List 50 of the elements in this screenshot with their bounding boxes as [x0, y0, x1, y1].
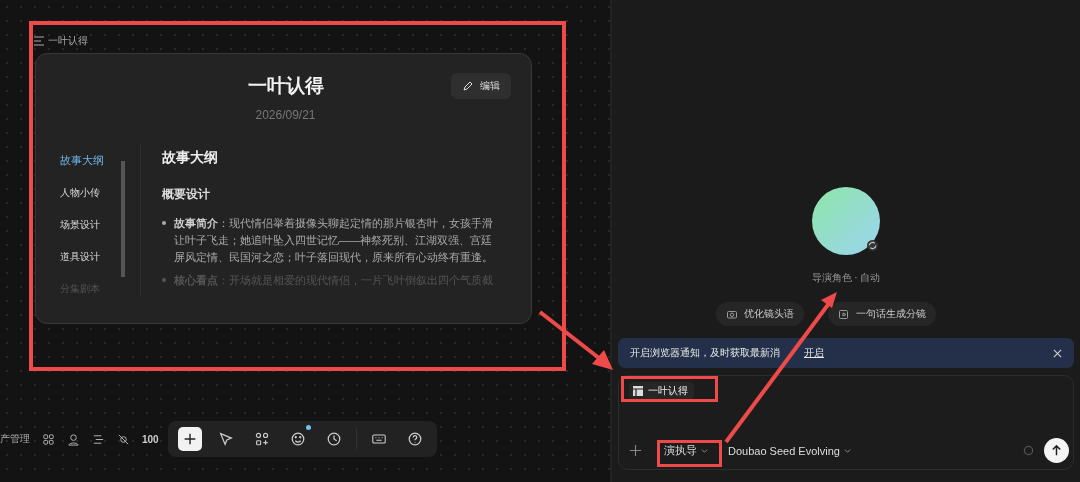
camera-icon — [726, 308, 738, 320]
annotation-box — [657, 440, 722, 467]
role-label: 导演角色 · 自动 — [811, 271, 881, 285]
menu-icon[interactable] — [33, 35, 45, 47]
asset-management-label[interactable]: 产管理 — [0, 432, 30, 446]
subsection-heading: 概要设计 — [162, 186, 211, 203]
enable-link[interactable]: 开启 — [804, 346, 824, 360]
suggestion-chip[interactable]: 一句话生成分镜 — [828, 302, 936, 326]
chapter-item[interactable]: 人物小传 — [60, 186, 120, 200]
bullet-text: 故事简介：现代情侣举着摄像头聊起定情的那片银杏叶，女孩手滑让叶子飞走；她追叶坠入四世记忆——神祭死别、江湖双强、宫廷屏风定情、民国河之恋；叶子落回现代，原来所有心动终有重逢。 — [174, 216, 494, 265]
frame-icon — [838, 308, 850, 320]
bullet-dot — [162, 278, 166, 282]
cursor-icon — [218, 431, 234, 447]
person-icon[interactable] — [67, 432, 80, 446]
apps-icon — [254, 431, 270, 447]
chapter-item[interactable]: 道具设计 — [60, 250, 120, 264]
close-icon[interactable] — [1053, 348, 1062, 358]
suggestion-chip[interactable]: 优化镜头语 — [716, 302, 804, 326]
clock-icon — [326, 431, 342, 447]
arrow-up-icon — [1050, 444, 1063, 457]
model-dropdown[interactable]: Doubao Seed Evolving — [728, 444, 851, 457]
caret-icon — [843, 447, 851, 454]
plus-icon[interactable] — [629, 444, 642, 457]
plus-icon — [182, 431, 198, 447]
document-date: 2026/09/21 — [255, 108, 316, 122]
loading-icon — [1023, 445, 1034, 456]
flow-icon[interactable] — [92, 432, 105, 446]
mode-dropdown[interactable]: 演执导 — [664, 443, 708, 458]
keyboard-icon — [371, 431, 387, 447]
grid-icon[interactable] — [42, 432, 55, 446]
add-button[interactable] — [178, 427, 202, 451]
document-label: 一叶认得 — [48, 34, 88, 48]
layout-icon — [632, 385, 644, 397]
smiley-icon — [290, 431, 306, 447]
notification-text: 开启浏览器通知，及时获取最新消 — [630, 346, 780, 360]
refresh-icon[interactable] — [867, 240, 878, 251]
section-heading: 故事大纲 — [162, 149, 219, 167]
pencil-icon — [462, 80, 474, 92]
caret-icon — [701, 447, 708, 454]
crossed-eye-icon[interactable] — [117, 432, 130, 446]
send-button[interactable] — [1044, 438, 1069, 463]
message-input-field[interactable]: 一叶认得 演执导 Doubao Seed Evolving — [618, 375, 1074, 470]
bullet-dot — [162, 221, 166, 225]
help-icon — [407, 431, 423, 447]
edit-button[interactable]: 编辑 — [451, 73, 511, 99]
chapter-item[interactable]: 故事大纲 — [60, 153, 120, 168]
chapter-item[interactable]: 场景设计 — [60, 218, 120, 232]
attachment-chip[interactable]: 一叶认得 — [629, 382, 694, 400]
zoom-level[interactable]: 100 — [142, 433, 159, 445]
document-title: 一叶认得 — [247, 74, 324, 98]
